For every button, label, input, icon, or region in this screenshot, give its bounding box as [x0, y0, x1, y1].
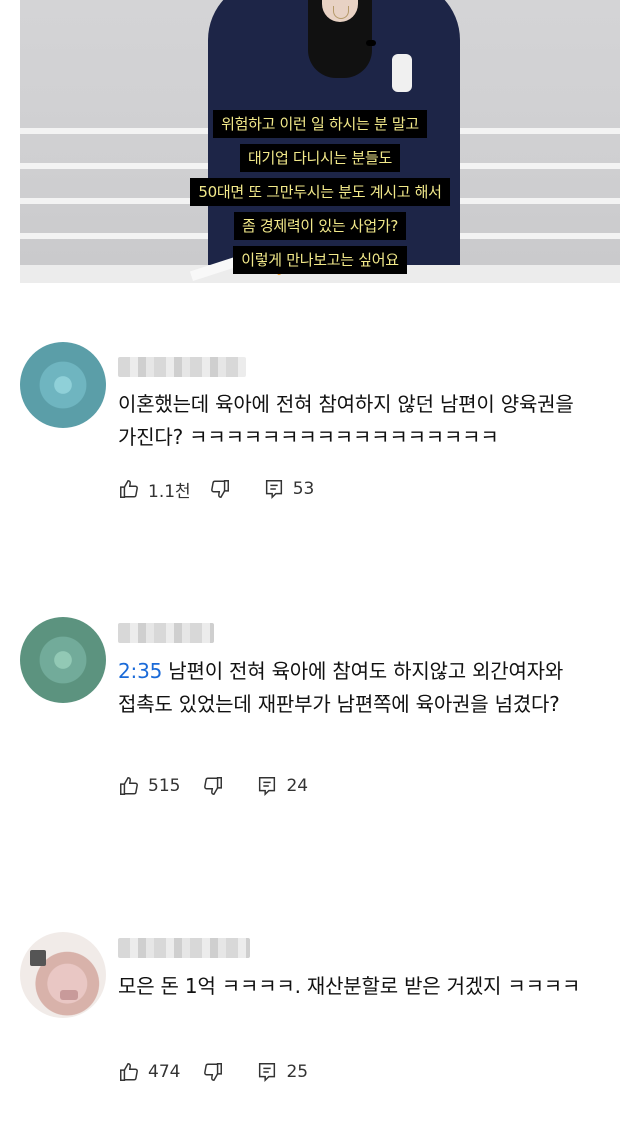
- subtitle-line: 좀 경제력이 있는 사업가?: [233, 212, 407, 240]
- timestamp-link[interactable]: 2:35: [118, 659, 162, 683]
- subtitle-line: 위험하고 이런 일 하시는 분 말고: [213, 110, 427, 138]
- author-name-blurred[interactable]: [118, 938, 250, 958]
- reply-count: 53: [292, 479, 315, 499]
- author-name-blurred[interactable]: [118, 357, 246, 377]
- thumbs-up-icon: [118, 775, 140, 797]
- dislike-button[interactable]: [202, 1061, 224, 1083]
- thumbs-up-icon: [118, 478, 140, 500]
- video-player[interactable]: 위험하고 이런 일 하시는 분 말고 대기업 다니시는 분들도 50대면 또 그…: [20, 0, 620, 283]
- comment-text: 2:35 남편이 전혀 육아에 참여도 하지않고 외간여자와 접촉도 있었는데 …: [118, 655, 598, 721]
- avatar[interactable]: [20, 932, 106, 1018]
- like-count: 1.1천: [148, 481, 191, 502]
- reply-button[interactable]: 53: [263, 478, 315, 500]
- comment-item: 2:35 남편이 전혀 육아에 참여도 하지않고 외간여자와 접촉도 있었는데 …: [0, 615, 640, 815]
- avatar[interactable]: [20, 617, 106, 703]
- author-name-blurred[interactable]: [118, 623, 214, 643]
- dislike-button[interactable]: [202, 775, 224, 797]
- comment-item: 이혼했는데 육아에 전혀 참여하지 않던 남편이 양육권을 가진다? ㅋㅋㅋㅋㅋ…: [0, 340, 640, 520]
- like-button[interactable]: 474: [118, 1061, 180, 1083]
- like-count: 474: [148, 1062, 181, 1082]
- subtitle-block: 위험하고 이런 일 하시는 분 말고 대기업 다니시는 분들도 50대면 또 그…: [20, 110, 620, 280]
- subtitle-line: 50대면 또 그만두시는 분도 계시고 해서: [190, 178, 450, 206]
- lapel-mic: [366, 40, 376, 46]
- reply-count: 25: [286, 1062, 309, 1082]
- comment-body: 모은 돈 1억 ㅋㅋㅋㅋ. 재산분할로 받은 거겠지 ㅋㅋㅋㅋ: [118, 974, 581, 998]
- thumbs-up-icon: [118, 1061, 140, 1083]
- reply-button[interactable]: 24: [256, 775, 308, 797]
- like-button[interactable]: 515: [118, 775, 180, 797]
- subtitle-line: 이렇게 만나보고는 싶어요: [233, 246, 407, 274]
- dislike-button[interactable]: [209, 478, 231, 500]
- reply-icon: [256, 1061, 278, 1083]
- like-count: 515: [148, 776, 181, 796]
- reply-button[interactable]: 25: [256, 1061, 308, 1083]
- reply-icon: [256, 775, 278, 797]
- comment-body: 이혼했는데 육아에 전혀 참여하지 않던 남편이 양육권을 가진다? ㅋㅋㅋㅋㅋ…: [118, 392, 574, 449]
- comment-actions: 515 24: [118, 772, 308, 800]
- thumbs-down-icon: [202, 775, 224, 797]
- reply-count: 24: [286, 776, 309, 796]
- comment-body: 남편이 전혀 육아에 참여도 하지않고 외간여자와 접촉도 있었는데 재판부가 …: [118, 659, 564, 716]
- like-button[interactable]: 1.1천: [118, 477, 191, 502]
- comment-text: 모은 돈 1억 ㅋㅋㅋㅋ. 재산분할로 받은 거겠지 ㅋㅋㅋㅋ: [118, 970, 598, 1003]
- thumbs-down-icon: [209, 478, 231, 500]
- comment-actions: 1.1천 53: [118, 475, 314, 503]
- comment-text: 이혼했는데 육아에 전혀 참여하지 않던 남편이 양육권을 가진다? ㅋㅋㅋㅋㅋ…: [118, 388, 598, 454]
- clothing-badge: [392, 54, 412, 92]
- thumbs-down-icon: [202, 1061, 224, 1083]
- comment-item: 모은 돈 1억 ㅋㅋㅋㅋ. 재산분할로 받은 거겠지 ㅋㅋㅋㅋ 474 25: [0, 930, 640, 1100]
- avatar[interactable]: [20, 342, 106, 428]
- subtitle-line: 대기업 다니시는 분들도: [240, 144, 400, 172]
- comment-actions: 474 25: [118, 1058, 308, 1086]
- reply-icon: [263, 478, 285, 500]
